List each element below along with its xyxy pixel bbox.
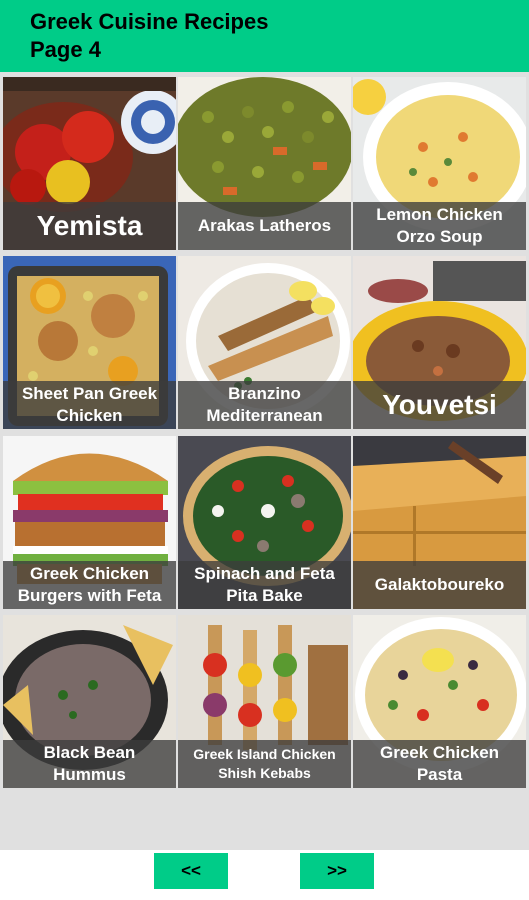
recipe-tile-black-bean-hummus[interactable]: Black Bean Hummus: [3, 615, 176, 788]
recipe-title: Greek Chicken Pasta: [353, 740, 526, 788]
recipe-tile-galaktoboureko[interactable]: Galaktoboureko: [353, 436, 526, 609]
next-page-button[interactable]: >>: [300, 853, 374, 889]
recipe-title: Arakas Latheros: [178, 202, 351, 250]
app-header: Greek Cuisine Recipes Page 4: [0, 0, 529, 72]
recipe-title: Branzino Mediterranean: [178, 381, 351, 429]
page-title: Greek Cuisine Recipes: [30, 9, 269, 34]
recipe-title: Spinach and Feta Pita Bake: [178, 561, 351, 609]
page-number: Page 4: [30, 37, 101, 62]
previous-page-button[interactable]: <<: [154, 853, 228, 889]
recipe-grid: Yemista Arakas Latheros Lemon Chicken Or…: [0, 72, 529, 850]
recipe-tile-greek-chicken-burgers[interactable]: Greek Chicken Burgers with Feta: [3, 436, 176, 609]
recipe-tile-lemon-chicken-orzo-soup[interactable]: Lemon Chicken Orzo Soup: [353, 77, 526, 250]
recipe-title: Galaktoboureko: [353, 561, 526, 609]
recipe-tile-yemista[interactable]: Yemista: [3, 77, 176, 250]
recipe-tile-spinach-feta-pita-bake[interactable]: Spinach and Feta Pita Bake: [178, 436, 351, 609]
recipe-title: Lemon Chicken Orzo Soup: [353, 202, 526, 250]
recipe-tile-youvetsi[interactable]: Youvetsi: [353, 256, 526, 429]
recipe-title: Sheet Pan Greek Chicken: [3, 381, 176, 429]
recipe-tile-arakas-latheros[interactable]: Arakas Latheros: [178, 77, 351, 250]
recipe-title: Greek Island Chicken Shish Kebabs: [178, 740, 351, 788]
recipe-title: Greek Chicken Burgers with Feta: [3, 561, 176, 609]
recipe-tile-greek-island-chicken-shish-kebabs[interactable]: Greek Island Chicken Shish Kebabs: [178, 615, 351, 788]
recipe-title: Youvetsi: [353, 381, 526, 429]
recipe-title: Yemista: [3, 202, 176, 250]
recipe-tile-sheet-pan-greek-chicken[interactable]: Sheet Pan Greek Chicken: [3, 256, 176, 429]
pagination-bar: [0, 850, 529, 900]
recipe-tile-greek-chicken-pasta[interactable]: Greek Chicken Pasta: [353, 615, 526, 788]
recipe-title: Black Bean Hummus: [3, 740, 176, 788]
recipe-tile-branzino-mediterranean[interactable]: Branzino Mediterranean: [178, 256, 351, 429]
